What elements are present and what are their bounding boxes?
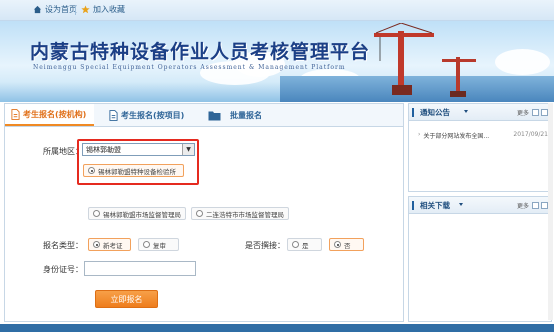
radio-icon bbox=[143, 241, 150, 248]
dock-crane-icon bbox=[442, 57, 476, 97]
tab-register-by-project[interactable]: 考生报名(按项目) bbox=[109, 104, 184, 126]
tab-label: 考生报名(按机构) bbox=[23, 109, 87, 119]
apply-now-label: 立即报名 bbox=[110, 294, 143, 304]
id-number-label: 身份证号： bbox=[43, 265, 83, 274]
downloads-panel-title: 相关下载 bbox=[420, 201, 450, 210]
radio-icon bbox=[196, 210, 203, 217]
notice-list-item[interactable]: › 关于部分网站发布全国... bbox=[418, 131, 489, 140]
reg-type-option-new[interactable]: 新考证 bbox=[88, 238, 131, 251]
repeat-option-no[interactable]: 否 bbox=[329, 238, 364, 251]
minimize-icon[interactable] bbox=[532, 202, 539, 209]
platform-title: 内蒙古特种设备作业人员考核管理平台 bbox=[30, 41, 371, 63]
radio-icon bbox=[292, 241, 299, 248]
top-bar: 设为首页 加入收藏 bbox=[0, 0, 554, 21]
set-homepage-link[interactable]: 设为首页 bbox=[33, 4, 77, 15]
vertical-scrollbar[interactable] bbox=[548, 103, 553, 320]
folder-icon bbox=[208, 111, 221, 120]
document-icon bbox=[109, 109, 118, 121]
repeat-option-label: 是 bbox=[302, 241, 309, 250]
notice-panel-title: 通知公告 bbox=[420, 108, 450, 117]
notice-more-link[interactable]: 更多 bbox=[517, 108, 529, 117]
star-icon bbox=[81, 5, 90, 14]
panel-window-controls bbox=[530, 109, 548, 116]
repeat-option-label: 否 bbox=[344, 241, 351, 250]
set-homepage-label: 设为首页 bbox=[45, 5, 77, 14]
add-favorite-label: 加入收藏 bbox=[93, 5, 125, 14]
repeat-option-yes[interactable]: 是 bbox=[287, 238, 322, 251]
tab-register-by-institution[interactable]: 考生报名(按机构) bbox=[5, 104, 95, 126]
institution-option[interactable]: 二连浩特市市场监督管理局 bbox=[191, 207, 289, 220]
chevron-down-icon[interactable] bbox=[459, 203, 463, 206]
institution-option-label: 二连浩特市市场监督管理局 bbox=[206, 210, 284, 219]
selection-highlight bbox=[77, 139, 199, 185]
downloads-panel: 相关下载 更多 bbox=[408, 196, 552, 322]
cloud-decoration bbox=[495, 49, 550, 75]
radio-selected-icon bbox=[93, 241, 100, 248]
minimize-icon[interactable] bbox=[532, 109, 539, 116]
downloads-panel-header: 相关下载 更多 bbox=[409, 197, 551, 214]
header-accent bbox=[412, 201, 414, 210]
port-crane-icon bbox=[374, 23, 434, 95]
institution-option-label: 锡林郭勒盟市场监督管理局 bbox=[103, 210, 181, 219]
radio-selected-icon bbox=[334, 241, 341, 248]
header-accent bbox=[412, 108, 414, 117]
apply-now-button[interactable]: 立即报名 bbox=[95, 290, 158, 308]
notice-item-title: 关于部分网站发布全国... bbox=[423, 133, 490, 140]
notice-panel: 通知公告 更多 › 关于部分网站发布全国... 2017/09/21 bbox=[408, 103, 552, 192]
maximize-icon[interactable] bbox=[541, 109, 548, 116]
chevron-down-icon[interactable] bbox=[464, 110, 468, 113]
notice-item-date: 2017/09/21 bbox=[513, 131, 548, 138]
home-icon bbox=[33, 5, 42, 14]
repeat-label: 是否撰接： bbox=[245, 241, 285, 250]
reg-type-label: 报名类型： bbox=[43, 241, 83, 250]
institution-option[interactable]: 锡林郭勒盟市场监督管理局 bbox=[88, 207, 186, 220]
tab-label: 批量报名 bbox=[230, 110, 262, 120]
topbar-divider bbox=[75, 5, 76, 15]
downloads-more-link[interactable]: 更多 bbox=[517, 201, 529, 210]
id-number-input[interactable] bbox=[84, 261, 196, 276]
tab-label: 考生报名(按项目) bbox=[121, 110, 185, 120]
reg-type-option-label: 复审 bbox=[153, 241, 166, 250]
platform-subtitle: Neimenggu Special Equipment Operators As… bbox=[33, 64, 346, 71]
page-footer bbox=[0, 324, 554, 332]
reg-type-option-label: 新考证 bbox=[103, 241, 123, 250]
notice-panel-header: 通知公告 更多 bbox=[409, 104, 551, 121]
maximize-icon[interactable] bbox=[541, 202, 548, 209]
radio-icon bbox=[93, 210, 100, 217]
site-banner: 内蒙古特种设备作业人员考核管理平台 Neimenggu Special Equi… bbox=[0, 21, 554, 102]
panel-window-controls bbox=[530, 202, 548, 209]
tab-batch-register[interactable]: 批量报名 bbox=[208, 104, 262, 126]
bullet-arrow-icon: › bbox=[418, 131, 421, 138]
document-icon bbox=[11, 108, 20, 120]
add-favorite-link[interactable]: 加入收藏 bbox=[81, 4, 125, 15]
reg-type-option-review[interactable]: 复审 bbox=[138, 238, 179, 251]
registration-tabs: 考生报名(按机构) 考生报名(按项目) 批量报名 bbox=[5, 104, 403, 127]
